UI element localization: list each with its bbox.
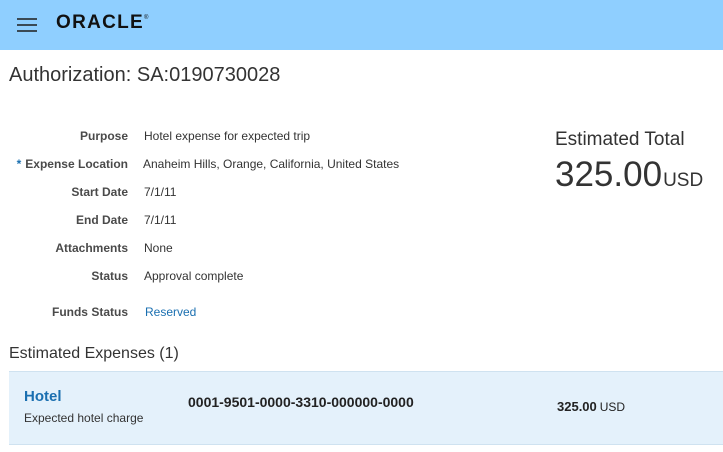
estimated-expenses-heading: Estimated Expenses (1) (9, 345, 179, 362)
funds-status-row: Funds Status Reserved (0, 305, 520, 325)
end-date-row: End Date 7/1/11 (0, 213, 520, 233)
purpose-label: Purpose (79, 129, 128, 143)
start-date-row: Start Date 7/1/11 (0, 185, 520, 205)
expense-amount-value: 325.00 (557, 399, 597, 414)
status-label: Status (91, 269, 128, 283)
attachments-row: Attachments None (0, 241, 520, 261)
expense-name-link[interactable]: Hotel (24, 388, 62, 405)
expense-amount: 325.00 USD (557, 398, 625, 416)
logo-text: ORACLE (56, 12, 145, 33)
required-indicator: * (16, 157, 22, 171)
expense-list-item[interactable]: Hotel Expected hotel charge 0001-9501-00… (9, 371, 723, 445)
expense-location-label-group: * Expense Location (17, 157, 128, 171)
end-date-label: End Date (75, 213, 128, 227)
logo-registered-mark: ® (144, 15, 149, 21)
expense-account-code: 0001-9501-0000-3310-000000-0000 (188, 394, 414, 410)
app-header: ORACLE® (0, 0, 723, 50)
attachments-label: Attachments (55, 241, 128, 255)
start-date-value: 7/1/11 (144, 185, 177, 199)
expense-location-value: Anaheim Hills, Orange, California, Unite… (143, 157, 400, 171)
hamburger-menu-icon[interactable] (17, 17, 37, 33)
menu-bar-top (17, 18, 37, 20)
expense-location-row: * Expense Location Anaheim Hills, Orange,… (0, 157, 520, 177)
estimated-total-label: Estimated Total (555, 129, 685, 150)
menu-bar-bottom (17, 30, 37, 32)
funds-status-link[interactable]: Reserved (145, 305, 196, 319)
expense-amount-currency: USD (599, 400, 626, 414)
estimated-total-currency: USD (663, 170, 704, 191)
funds-status-label: Funds Status (51, 305, 128, 319)
status-value: Approval complete (144, 269, 244, 283)
end-date-value: 7/1/11 (144, 213, 177, 227)
oracle-logo: ORACLE® (56, 12, 148, 34)
status-row: Status Approval complete (0, 269, 520, 289)
page-title: Authorization: SA:0190730028 (9, 64, 281, 86)
purpose-value: Hotel expense for expected trip (144, 129, 311, 143)
menu-bar-middle (17, 24, 37, 26)
attachments-value: None (144, 241, 173, 255)
purpose-row: Purpose Hotel expense for expected trip (0, 129, 520, 149)
estimated-total-value: 325.00USD (555, 155, 703, 195)
expense-location-label: Expense Location (25, 157, 128, 171)
start-date-label: Start Date (71, 185, 128, 199)
estimated-total-amount: 325.00 (555, 155, 663, 194)
expense-description: Expected hotel charge (24, 411, 144, 425)
